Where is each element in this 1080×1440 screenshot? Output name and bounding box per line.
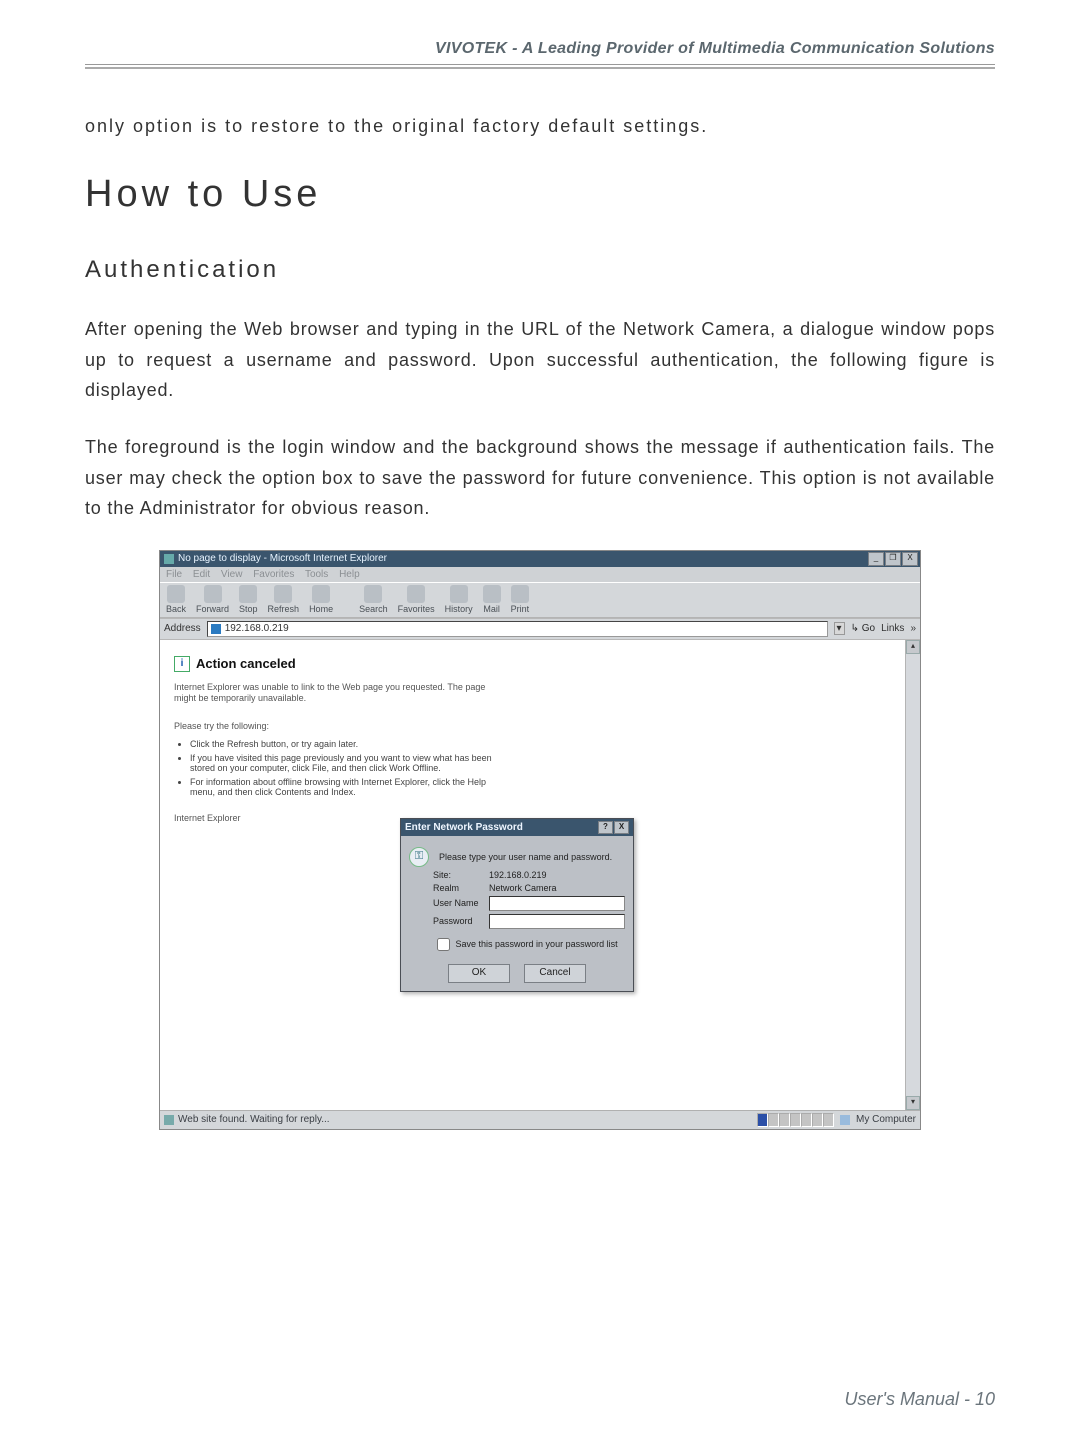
- menu-favorites[interactable]: Favorites: [253, 569, 294, 580]
- ie-content-area: ▴ ▾ i Action canceled Internet Explorer …: [160, 640, 920, 1110]
- auth-prompt: Please type your user name and password.: [439, 852, 612, 862]
- ie-url-icon: [211, 624, 221, 634]
- menu-edit[interactable]: Edit: [193, 569, 210, 580]
- address-label: Address: [164, 623, 201, 634]
- mail-icon: [483, 585, 501, 603]
- realm-value: Network Camera: [489, 883, 557, 893]
- scroll-down-icon[interactable]: ▾: [906, 1096, 920, 1110]
- search-button[interactable]: Search: [359, 585, 388, 614]
- zone-icon: [840, 1115, 850, 1125]
- home-icon: [312, 585, 330, 603]
- links-label[interactable]: Links: [881, 623, 904, 634]
- auth-close-button[interactable]: X: [614, 821, 629, 834]
- status-text: Web site found. Waiting for reply...: [178, 1114, 330, 1125]
- cancel-button[interactable]: Cancel: [524, 964, 586, 983]
- intro-fragment: only option is to restore to the origina…: [85, 109, 995, 143]
- favorites-button[interactable]: Favorites: [398, 585, 435, 614]
- zone-label: My Computer: [856, 1114, 916, 1125]
- search-icon: [364, 585, 382, 603]
- menu-tools[interactable]: Tools: [305, 569, 328, 580]
- forward-icon: [204, 585, 222, 603]
- page-header: VIVOTEK - A Leading Provider of Multimed…: [85, 40, 995, 65]
- menu-help[interactable]: Help: [339, 569, 360, 580]
- address-input[interactable]: 192.168.0.219: [207, 621, 828, 637]
- realm-label: Realm: [433, 883, 483, 893]
- ie-toolbar: Back Forward Stop Refresh Home Search Fa…: [160, 582, 920, 618]
- save-password-checkbox[interactable]: [437, 938, 450, 951]
- back-button[interactable]: Back: [166, 585, 186, 614]
- ie-statusbar: Web site found. Waiting for reply... My …: [160, 1110, 920, 1129]
- username-label: User Name: [433, 898, 483, 908]
- help-button[interactable]: ?: [598, 821, 613, 834]
- scroll-up-icon[interactable]: ▴: [906, 640, 920, 654]
- history-icon: [450, 585, 468, 603]
- auth-titlebar: Enter Network Password ? X: [401, 819, 633, 836]
- stop-button[interactable]: Stop: [239, 585, 258, 614]
- forward-button[interactable]: Forward: [196, 585, 229, 614]
- back-icon: [167, 585, 185, 603]
- print-icon: [511, 585, 529, 603]
- ie-titlebar: No page to display - Microsoft Internet …: [160, 551, 920, 567]
- action-canceled-subtext: Internet Explorer was unable to link to …: [174, 682, 494, 705]
- subsection-title: Authentication: [85, 256, 995, 284]
- maximize-button[interactable]: ❐: [885, 552, 901, 566]
- suggestion-item: If you have visited this page previously…: [190, 753, 500, 773]
- action-canceled-heading: Action canceled: [196, 656, 296, 671]
- paragraph-1: After opening the Web browser and typing…: [85, 314, 995, 406]
- stop-icon: [239, 585, 257, 603]
- window-buttons: _ ❐ X: [868, 552, 918, 566]
- scrollbar[interactable]: ▴ ▾: [905, 640, 920, 1110]
- status-icon: [164, 1115, 174, 1125]
- progress-bar: [757, 1113, 834, 1127]
- site-label: Site:: [433, 870, 483, 880]
- ie-window: No page to display - Microsoft Internet …: [159, 550, 921, 1130]
- go-button[interactable]: ↳ Go: [851, 623, 876, 634]
- auth-dialog: Enter Network Password ? X ⚿ Please type…: [400, 818, 634, 992]
- history-button[interactable]: History: [445, 585, 473, 614]
- ok-button[interactable]: OK: [448, 964, 510, 983]
- paragraph-2: The foreground is the login window and t…: [85, 432, 995, 524]
- key-icon: ⚿: [409, 847, 429, 867]
- ie-app-icon: [164, 554, 174, 564]
- menu-file[interactable]: File: [166, 569, 182, 580]
- section-title: How to Use: [85, 173, 995, 216]
- address-value: 192.168.0.219: [225, 623, 289, 634]
- mail-button[interactable]: Mail: [483, 585, 501, 614]
- suggestion-item: Click the Refresh button, or try again l…: [190, 739, 500, 749]
- home-button[interactable]: Home: [309, 585, 333, 614]
- print-button[interactable]: Print: [511, 585, 530, 614]
- info-icon: i: [174, 656, 190, 672]
- links-expand-icon[interactable]: »: [910, 623, 916, 634]
- auth-title-text: Enter Network Password: [405, 822, 523, 833]
- close-button[interactable]: X: [902, 552, 918, 566]
- page-footer: User's Manual - 10: [845, 1389, 996, 1410]
- save-password-label: Save this password in your password list: [456, 939, 618, 949]
- password-field[interactable]: [489, 914, 625, 929]
- dropdown-icon[interactable]: ▾: [834, 622, 845, 635]
- favorites-icon: [407, 585, 425, 603]
- ie-title-text: No page to display - Microsoft Internet …: [178, 553, 387, 564]
- suggestion-list: Click the Refresh button, or try again l…: [190, 739, 500, 797]
- username-field[interactable]: [489, 896, 625, 911]
- refresh-icon: [274, 585, 292, 603]
- please-try-label: Please try the following:: [174, 721, 906, 731]
- suggestion-item: For information about offline browsing w…: [190, 777, 500, 797]
- site-value: 192.168.0.219: [489, 870, 547, 880]
- ie-menubar: File Edit View Favorites Tools Help: [160, 567, 920, 582]
- header-rule: [85, 67, 995, 69]
- minimize-button[interactable]: _: [868, 552, 884, 566]
- password-label: Password: [433, 916, 483, 926]
- menu-view[interactable]: View: [221, 569, 243, 580]
- refresh-button[interactable]: Refresh: [268, 585, 300, 614]
- ie-address-bar: Address 192.168.0.219 ▾ ↳ Go Links »: [160, 618, 920, 640]
